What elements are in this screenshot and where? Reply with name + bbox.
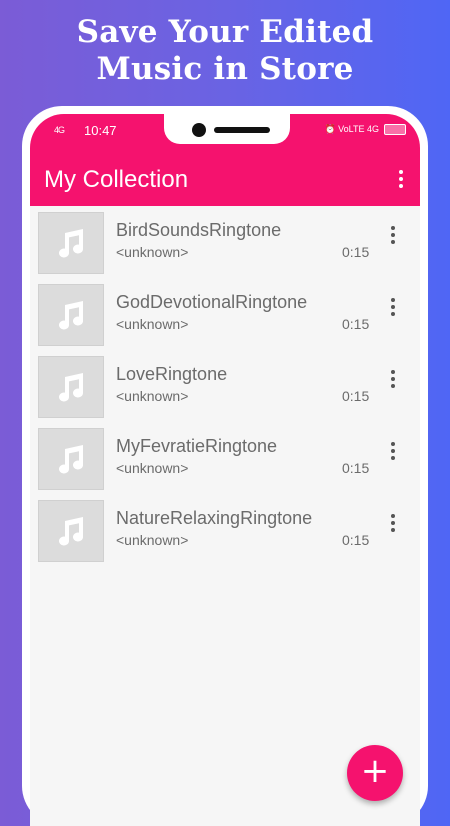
battery-icon bbox=[384, 124, 406, 135]
phone-notch bbox=[164, 114, 290, 144]
song-title: LoveRingtone bbox=[116, 364, 228, 384]
status-time: 10:47 bbox=[84, 123, 117, 138]
status-right-icons: ⏰ VoLTE 4G bbox=[324, 124, 379, 134]
headline-line-2: Music in Store bbox=[96, 51, 354, 87]
headline-line-1: Save Your Edited bbox=[76, 14, 374, 50]
camera-icon bbox=[192, 123, 206, 137]
promo-headline: Save Your Edited Music in Store bbox=[0, 14, 450, 88]
song-artist: <unknown> bbox=[116, 244, 189, 260]
app-title: My Collection bbox=[44, 166, 189, 193]
song-artist: <unknown> bbox=[116, 388, 189, 404]
song-artist: <unknown> bbox=[116, 316, 189, 332]
song-artist: <unknown> bbox=[116, 460, 189, 476]
music-note-icon bbox=[38, 356, 104, 418]
list-item[interactable]: GodDevotionalRingtone <unknown> 0:15 bbox=[30, 278, 420, 350]
add-button[interactable]: + bbox=[347, 745, 403, 801]
song-duration: 0:15 bbox=[342, 532, 370, 548]
signal-icon: 4G bbox=[54, 125, 65, 135]
song-duration: 0:15 bbox=[342, 316, 370, 332]
phone-screen: 4G 10:47 ⏰ VoLTE 4G My Collection BirdSo… bbox=[30, 114, 420, 826]
song-title: MyFevratieRingtone bbox=[116, 436, 278, 456]
more-vert-icon[interactable] bbox=[398, 170, 404, 190]
list-item[interactable]: NatureRelaxingRingtone <unknown> 0:15 bbox=[30, 494, 420, 566]
more-vert-icon[interactable] bbox=[390, 442, 398, 464]
song-title: NatureRelaxingRingtone bbox=[116, 508, 313, 528]
more-vert-icon[interactable] bbox=[390, 514, 398, 536]
more-vert-icon[interactable] bbox=[390, 370, 398, 392]
more-vert-icon[interactable] bbox=[390, 298, 398, 320]
list-item[interactable]: BirdSoundsRingtone <unknown> 0:15 bbox=[30, 206, 420, 278]
music-note-icon bbox=[38, 428, 104, 490]
list-item[interactable]: MyFevratieRingtone <unknown> 0:15 bbox=[30, 422, 420, 494]
song-duration: 0:15 bbox=[342, 388, 370, 404]
phone-frame: 4G 10:47 ⏰ VoLTE 4G My Collection BirdSo… bbox=[22, 106, 428, 826]
music-note-icon bbox=[38, 212, 104, 274]
app-bar: My Collection bbox=[30, 150, 420, 206]
plus-icon: + bbox=[360, 751, 390, 791]
music-note-icon bbox=[38, 284, 104, 346]
status-icons: ⏰ VoLTE 4G bbox=[324, 124, 406, 135]
song-list: BirdSoundsRingtone <unknown> 0:15 GodDev… bbox=[30, 206, 420, 566]
song-title: BirdSoundsRingtone bbox=[116, 220, 282, 240]
song-duration: 0:15 bbox=[342, 244, 370, 260]
song-duration: 0:15 bbox=[342, 460, 370, 476]
speaker-grille bbox=[214, 127, 270, 133]
song-artist: <unknown> bbox=[116, 532, 189, 548]
list-item[interactable]: LoveRingtone <unknown> 0:15 bbox=[30, 350, 420, 422]
song-title: GodDevotionalRingtone bbox=[116, 292, 308, 312]
music-note-icon bbox=[38, 500, 104, 562]
more-vert-icon[interactable] bbox=[390, 226, 398, 248]
